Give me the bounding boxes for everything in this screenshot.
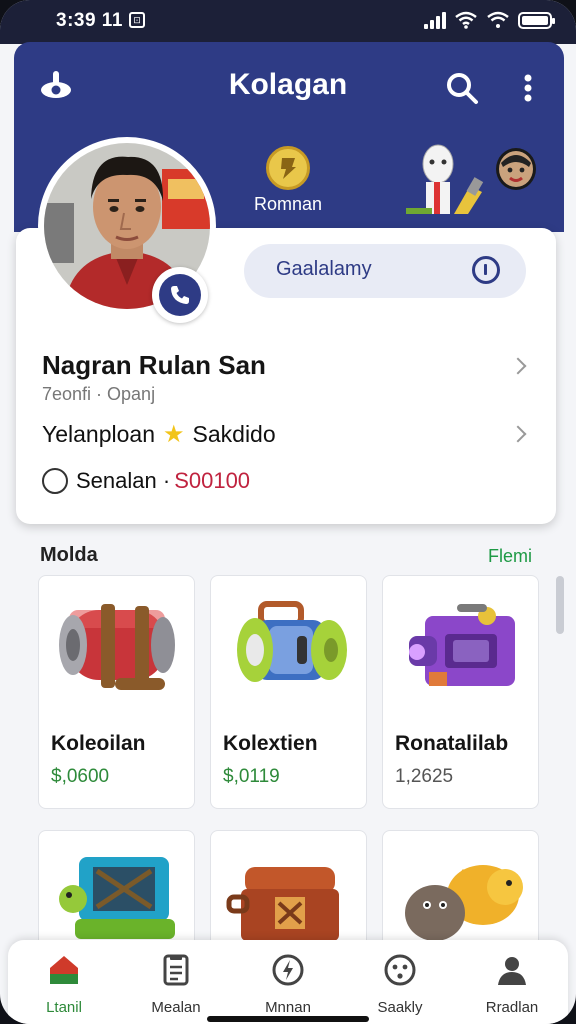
level-value: Sakdido: [192, 421, 276, 447]
profile-subtitle: 7eonfi · Opanj: [42, 384, 156, 404]
wifi-secondary-icon: [487, 11, 509, 28]
card-title: Ronatalilab: [395, 732, 509, 755]
character-avatar-icon[interactable]: [496, 148, 536, 190]
star-icon: ★: [163, 421, 185, 448]
nav-item-home[interactable]: Ltanil: [8, 952, 120, 1016]
status-icons: [424, 11, 555, 29]
timer-icon: [42, 468, 68, 494]
app-screen: 3:39 11 ⊡ Kolagan Romnan Gaalalamy Nagra…: [0, 0, 576, 1024]
nav-label: Saakly: [377, 999, 423, 1016]
nav-label: Mnnan: [265, 999, 311, 1016]
card-price: $,0600: [51, 766, 110, 787]
stat-label: Senalan ·: [76, 468, 171, 493]
stat-value: S00100: [174, 468, 251, 493]
scrollbar[interactable]: [556, 576, 564, 634]
page-title: Kolagan: [228, 68, 348, 101]
nav-item-explore[interactable]: Mnnan: [232, 952, 344, 1016]
home-icon: [50, 956, 78, 984]
bottom-navigation: Ltanil Mealan Mnnan Saakly Rradlan: [8, 940, 568, 1024]
stat-row: Senalan · S00100: [42, 468, 250, 494]
coin-label: Romnan: [253, 194, 323, 214]
card-price: 1,2625: [395, 766, 454, 787]
card-title: Kolextien: [223, 732, 318, 755]
wifi-icon: [455, 11, 477, 29]
status-time: 3:39 11: [56, 10, 123, 31]
battery-icon: [518, 11, 555, 29]
notification-icon: ⊡: [129, 12, 145, 28]
more-options-icon[interactable]: [516, 68, 540, 108]
document-icon: [163, 954, 189, 986]
status-bar: 3:39 11 ⊡: [0, 0, 576, 44]
smiley-icon: [384, 954, 416, 986]
machine-item-image: [383, 576, 538, 724]
phone-icon: [159, 274, 201, 316]
nav-item-list[interactable]: Mealan: [120, 952, 232, 1016]
barrel-item-image: [39, 576, 194, 724]
section-title: Molda: [40, 544, 98, 566]
item-card[interactable]: Kolextien $,0119: [210, 575, 367, 809]
card-title: Koleoilan: [51, 732, 146, 755]
item-card[interactable]: Ronatalilab 1,2625: [382, 575, 539, 809]
search-pill-label: Gaalalamy: [276, 258, 372, 280]
coin-icon[interactable]: [266, 146, 310, 190]
edit-avatar-button[interactable]: [152, 267, 208, 323]
gamepad-icon[interactable]: [36, 66, 76, 106]
item-card[interactable]: Koleoilan $,0600: [38, 575, 195, 809]
nav-item-profile[interactable]: Rradlan: [456, 952, 568, 1016]
nav-label: Rradlan: [485, 999, 539, 1016]
level-row[interactable]: Yelanploan ★ Sakdido: [42, 420, 276, 449]
profile-name: Nagran Rulan San: [42, 350, 266, 380]
section-link[interactable]: Flemi: [488, 546, 532, 567]
nav-label: Mealan: [151, 999, 201, 1016]
level-label: Yelanploan: [42, 421, 155, 447]
info-icon[interactable]: [472, 256, 500, 284]
card-price: $,0119: [223, 766, 280, 787]
signal-icon: [424, 11, 446, 29]
compass-icon: [272, 954, 304, 986]
roller-item-image: [211, 576, 366, 724]
nav-item-social[interactable]: Saakly: [344, 952, 456, 1016]
person-icon: [498, 957, 526, 985]
character-figures-icon: [406, 144, 484, 214]
search-icon[interactable]: [442, 68, 482, 108]
nav-label: Ltanil: [46, 999, 82, 1016]
home-indicator[interactable]: [207, 1016, 369, 1022]
